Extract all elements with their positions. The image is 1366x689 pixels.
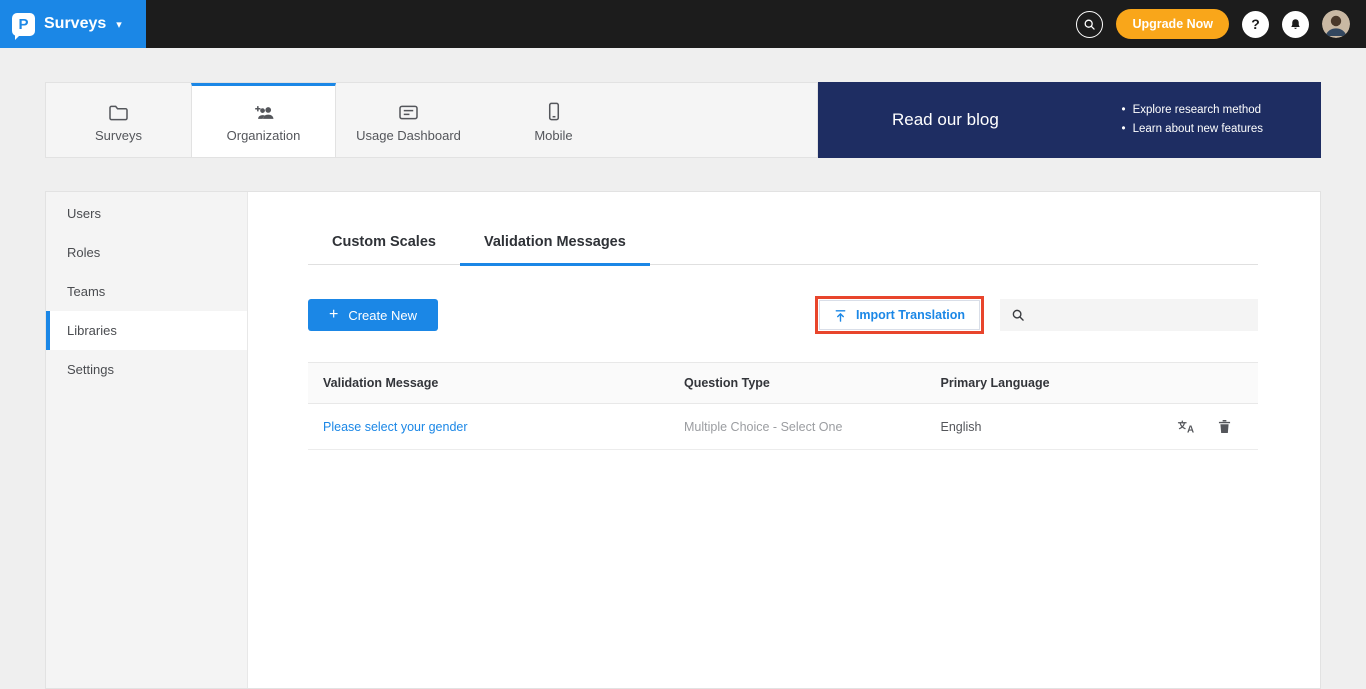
sidebar-item-teams[interactable]: Teams	[46, 272, 247, 311]
content-tabs: Custom Scales Validation Messages	[308, 220, 1258, 265]
sidebar-item-label: Roles	[67, 245, 100, 260]
app-logo-icon: P	[12, 13, 35, 36]
bell-icon	[1289, 18, 1302, 31]
search-box	[1000, 299, 1258, 331]
banner-title: Read our blog	[892, 110, 999, 130]
nav-tab-label: Mobile	[534, 128, 572, 143]
annotation-highlight-box: Import Translation	[815, 296, 984, 334]
sidebar-item-settings[interactable]: Settings	[46, 350, 247, 389]
sidebar-item-label: Users	[67, 206, 101, 221]
nav-tab-surveys[interactable]: Surveys	[46, 83, 191, 157]
plus-icon: +	[329, 307, 338, 323]
sidebar-item-label: Settings	[67, 362, 114, 377]
create-new-label: Create New	[348, 308, 417, 323]
banner-bullet-list: Explore research method Learn about new …	[1122, 101, 1263, 139]
search-icon	[1011, 308, 1025, 322]
table-header-row: Validation Message Question Type Primary…	[308, 363, 1258, 404]
import-translation-label: Import Translation	[856, 308, 965, 322]
nav-tab-label: Organization	[227, 128, 301, 143]
logo-letter: P	[18, 16, 28, 33]
chevron-down-icon: ▾	[116, 18, 122, 31]
column-header-actions	[1154, 363, 1259, 404]
toolbar-right: Import Translation	[815, 296, 1258, 334]
blog-banner[interactable]: Read our blog Explore research method Le…	[818, 82, 1321, 158]
upload-icon	[834, 309, 847, 322]
column-header-validation-message: Validation Message	[308, 363, 669, 404]
table-row: Please select your gender Multiple Choic…	[308, 404, 1258, 450]
topbar: P Surveys ▾ Upgrade Now ?	[0, 0, 1366, 48]
sidebar-item-users[interactable]: Users	[46, 194, 247, 233]
people-add-icon	[252, 101, 275, 121]
nav-tab-label: Surveys	[95, 128, 142, 143]
create-new-button[interactable]: + Create New	[308, 299, 438, 331]
primary-navigation: Surveys Organization Usage	[45, 82, 1321, 158]
svg-text:A: A	[1187, 425, 1194, 434]
tab-custom-scales[interactable]: Custom Scales	[308, 220, 460, 264]
libraries-content: Custom Scales Validation Messages + Crea…	[248, 192, 1320, 688]
avatar-image	[1322, 10, 1350, 38]
row-actions: A	[1169, 419, 1244, 434]
user-avatar[interactable]	[1322, 10, 1350, 38]
tab-validation-messages[interactable]: Validation Messages	[460, 220, 650, 264]
import-translation-button[interactable]: Import Translation	[819, 300, 980, 330]
sidebar-item-roles[interactable]: Roles	[46, 233, 247, 272]
column-header-primary-language: Primary Language	[926, 363, 1154, 404]
question-type-cell: Multiple Choice - Select One	[669, 404, 926, 450]
product-switcher[interactable]: P Surveys ▾	[0, 0, 146, 48]
product-label: Surveys	[44, 15, 106, 33]
nav-tab-usage-dashboard[interactable]: Usage Dashboard	[336, 83, 481, 157]
mobile-icon	[548, 101, 560, 121]
settings-sidebar: Users Roles Teams Libraries Settings	[46, 192, 248, 688]
primary-language-cell: English	[926, 404, 1154, 450]
search-button[interactable]	[1076, 11, 1103, 38]
column-header-question-type: Question Type	[669, 363, 926, 404]
search-input[interactable]	[1034, 307, 1247, 324]
folder-icon	[108, 101, 129, 121]
question-mark-icon: ?	[1251, 16, 1260, 32]
nav-tab-label: Usage Dashboard	[356, 128, 461, 143]
help-button[interactable]: ?	[1242, 11, 1269, 38]
dashboard-icon	[398, 101, 419, 121]
sidebar-item-label: Libraries	[67, 323, 117, 338]
tab-label: Custom Scales	[332, 234, 436, 250]
notifications-button[interactable]	[1282, 11, 1309, 38]
main-panel: Users Roles Teams Libraries Settings Cus…	[45, 191, 1321, 689]
validation-messages-table: Validation Message Question Type Primary…	[308, 362, 1258, 450]
nav-tab-mobile[interactable]: Mobile	[481, 83, 626, 157]
search-icon	[1083, 18, 1096, 31]
sidebar-item-libraries[interactable]: Libraries	[46, 311, 247, 350]
translate-icon: A	[1177, 419, 1196, 434]
sidebar-item-label: Teams	[67, 284, 105, 299]
translate-button[interactable]: A	[1177, 419, 1196, 434]
trash-icon	[1218, 419, 1231, 434]
nav-tabs: Surveys Organization Usage	[45, 82, 818, 158]
nav-tab-organization[interactable]: Organization	[191, 83, 336, 157]
upgrade-now-button[interactable]: Upgrade Now	[1116, 9, 1229, 39]
toolbar: + Create New Import Translation	[308, 296, 1258, 334]
banner-bullet: Explore research method	[1122, 101, 1263, 120]
tab-label: Validation Messages	[484, 234, 626, 250]
delete-button[interactable]	[1218, 419, 1231, 434]
validation-message-link[interactable]: Please select your gender	[323, 420, 468, 434]
banner-bullet: Learn about new features	[1122, 120, 1263, 139]
topbar-actions: Upgrade Now ?	[1076, 9, 1366, 39]
